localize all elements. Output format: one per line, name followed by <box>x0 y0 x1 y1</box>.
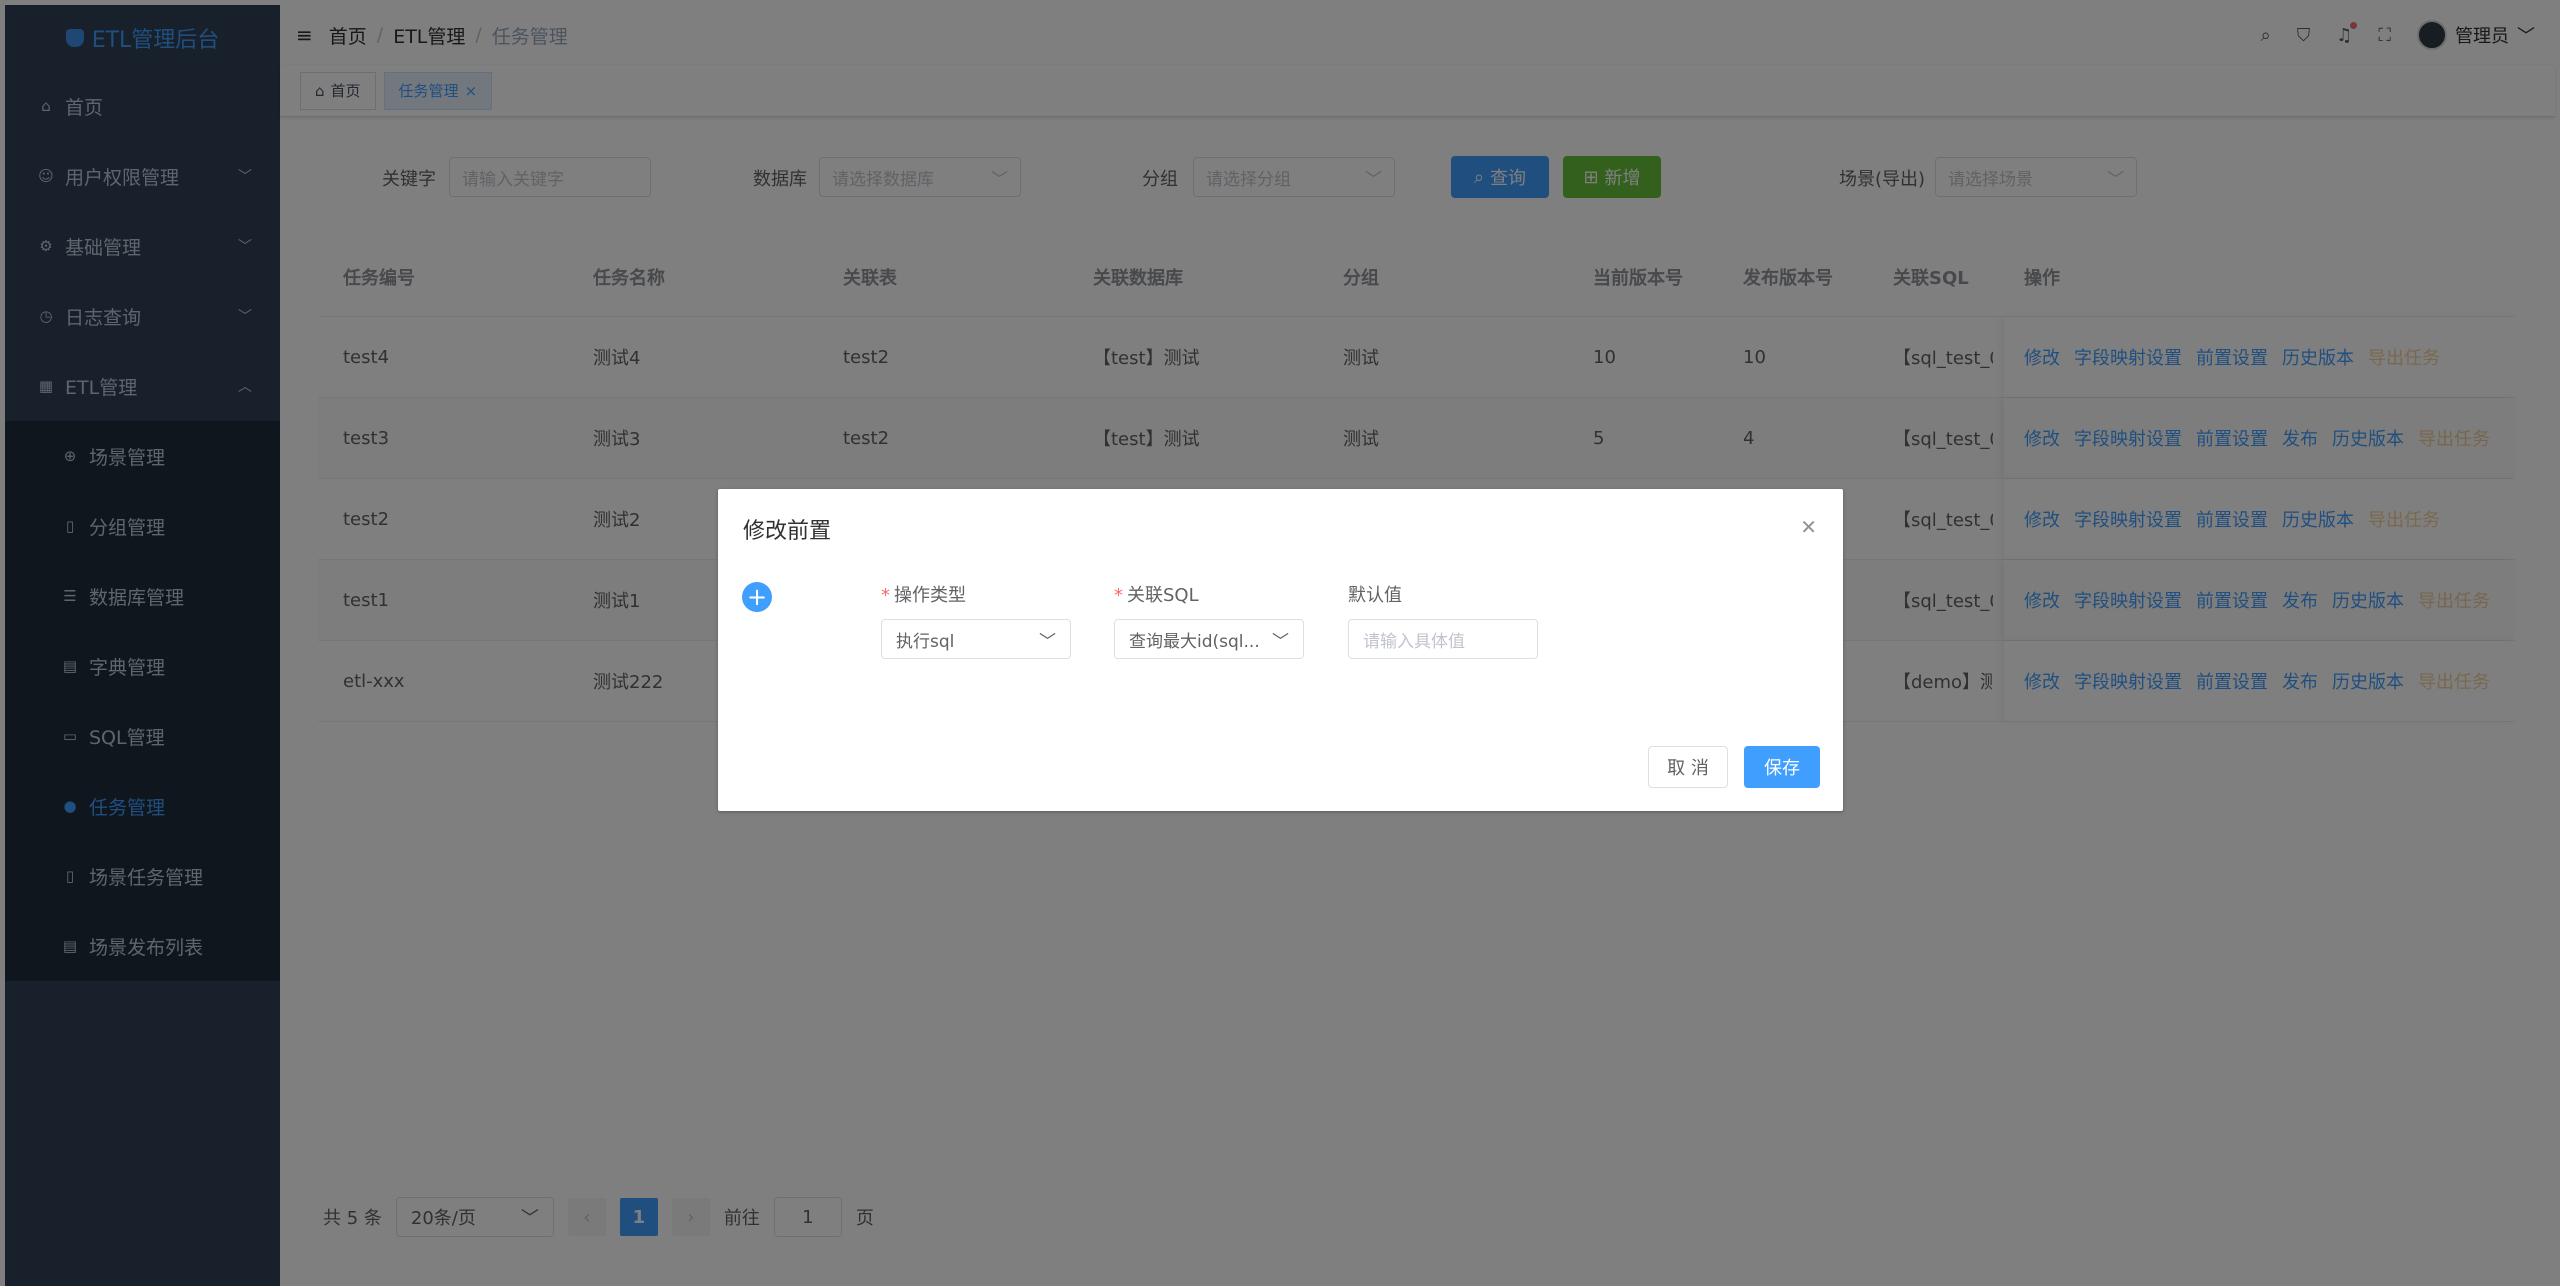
save-button[interactable]: 保存 <box>1744 746 1820 788</box>
required-mark: * <box>881 585 890 606</box>
op-type-select[interactable]: 执行sql ﹀ <box>881 619 1071 659</box>
chevron-down-icon: ﹀ <box>1039 631 1056 652</box>
dialog-title: 修改前置 <box>743 519 832 544</box>
required-mark: * <box>1114 585 1123 606</box>
default-value-label: 默认值 <box>1348 585 1402 606</box>
op-type-label-text: 操作类型 <box>894 585 966 606</box>
default-value-input[interactable]: 请输入具体值 <box>1348 619 1538 659</box>
cancel-button[interactable]: 取 消 <box>1648 746 1728 788</box>
sql-label: * 关联SQL <box>1114 581 1199 607</box>
op-type-label: * 操作类型 <box>881 581 966 607</box>
default-value-placeholder: 请输入具体值 <box>1363 631 1465 652</box>
sql-select[interactable]: 查询最大id(sql... ﹀ <box>1114 619 1304 659</box>
edit-precondition-dialog: 修改前置 ✕ + * 操作类型 执行sql ﹀ * 关联SQL 查询最大id(sql… <box>718 489 1843 811</box>
sql-label-text: 关联SQL <box>1127 585 1199 606</box>
op-type-value: 执行sql <box>896 631 955 652</box>
chevron-down-icon: ﹀ <box>1272 631 1289 652</box>
close-icon[interactable]: ✕ <box>1800 515 1817 539</box>
sql-value: 查询最大id(sql... <box>1129 631 1260 652</box>
add-row-button[interactable]: + <box>742 582 772 612</box>
